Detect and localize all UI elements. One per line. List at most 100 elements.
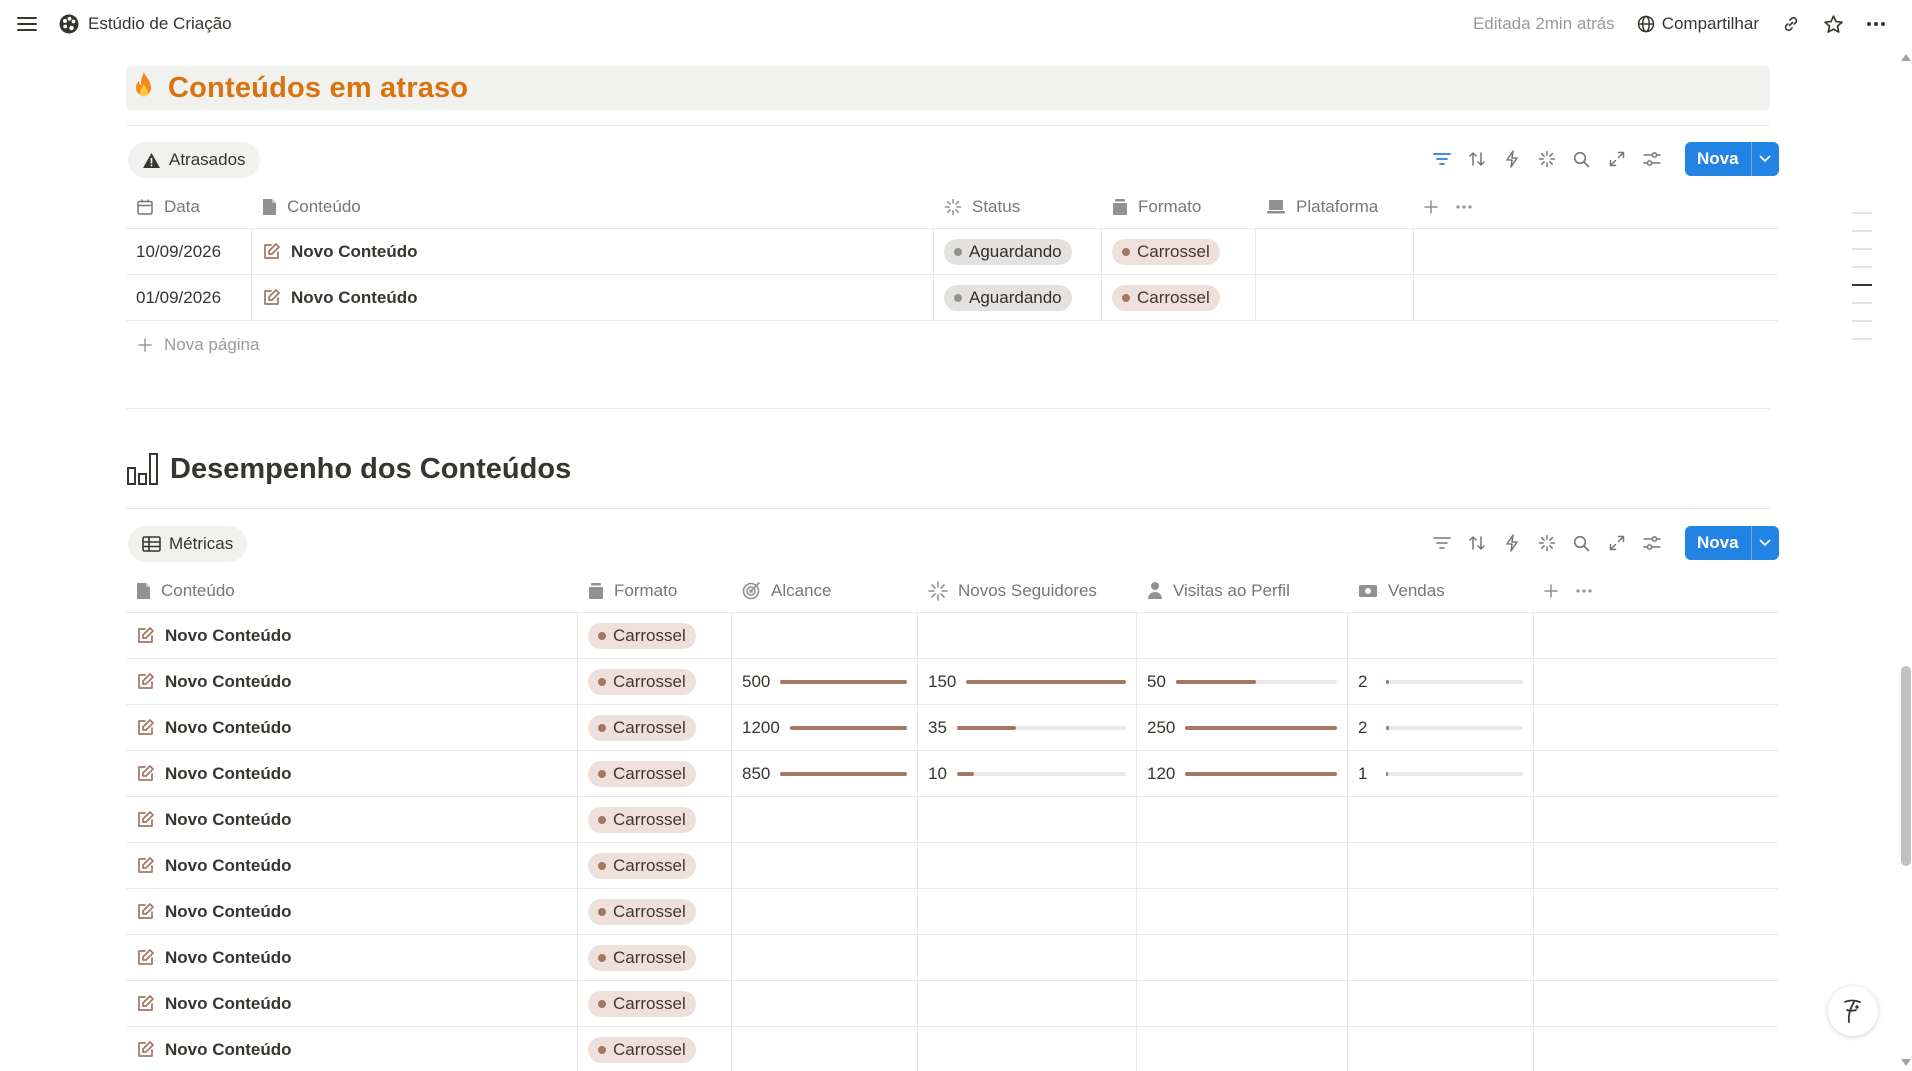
format-cell[interactable]: Carrossel <box>578 1027 732 1071</box>
seguidores-cell[interactable] <box>918 1027 1137 1071</box>
title-cell[interactable]: Novo Conteúdo <box>126 843 578 888</box>
table-row[interactable]: Novo Conteúdo Carrossel <box>126 889 1778 935</box>
table-row[interactable]: Novo Conteúdo Carrossel 500 150 50 2 <box>126 659 1778 705</box>
seguidores-cell[interactable] <box>918 889 1137 934</box>
table-row[interactable]: 10/09/2026 Novo Conteúdo Aguardando Carr… <box>126 229 1778 275</box>
visitas-cell[interactable] <box>1137 1027 1348 1071</box>
visitas-cell[interactable] <box>1137 981 1348 1026</box>
date-cell[interactable]: 10/09/2026 <box>126 229 252 274</box>
lightning-icon[interactable] <box>1502 534 1521 553</box>
seguidores-cell[interactable]: 10 <box>918 751 1137 796</box>
table-row[interactable]: Novo Conteúdo Carrossel <box>126 981 1778 1027</box>
toc-line[interactable] <box>1852 338 1872 340</box>
format-cell[interactable]: Carrossel <box>578 613 732 658</box>
column-novos-seguidores[interactable]: Novos Seguidores <box>918 569 1137 612</box>
new-entry-button[interactable]: Nova <box>1685 526 1779 560</box>
title-cell[interactable]: Novo Conteúdo <box>126 751 578 796</box>
title-cell[interactable]: Novo Conteúdo <box>252 275 934 320</box>
add-column-icon[interactable] <box>1424 199 1438 214</box>
scrollbar[interactable] <box>1900 54 1912 1066</box>
scroll-down-arrow[interactable] <box>1901 1059 1911 1066</box>
title-cell[interactable]: Novo Conteúdo <box>126 889 578 934</box>
format-cell[interactable]: Carrossel <box>1102 229 1256 274</box>
breadcrumb-page-title[interactable]: Estúdio de Criação <box>88 14 232 34</box>
vendas-cell[interactable] <box>1348 935 1534 980</box>
column-data[interactable]: Data <box>126 185 252 228</box>
format-cell[interactable]: Carrossel <box>1102 275 1256 320</box>
alcance-cell[interactable]: 1200 <box>732 705 918 750</box>
format-cell[interactable]: Carrossel <box>578 843 732 888</box>
visitas-cell[interactable]: 50 <box>1137 659 1348 704</box>
link-icon[interactable] <box>1781 14 1801 34</box>
settings-sliders-icon[interactable] <box>1642 534 1661 553</box>
search-icon[interactable] <box>1572 150 1591 169</box>
chevron-down-icon[interactable] <box>1750 142 1779 176</box>
table-row[interactable]: Novo Conteúdo Carrossel 850 10 120 1 <box>126 751 1778 797</box>
alcance-cell[interactable] <box>732 981 918 1026</box>
seguidores-cell[interactable] <box>918 797 1137 842</box>
seguidores-cell[interactable] <box>918 935 1137 980</box>
alcance-cell[interactable] <box>732 613 918 658</box>
alcance-cell[interactable] <box>732 889 918 934</box>
column-alcance[interactable]: Alcance <box>732 569 918 612</box>
scroll-up-arrow[interactable] <box>1901 54 1911 61</box>
table-of-contents[interactable] <box>1852 212 1872 356</box>
status-cell[interactable]: Aguardando <box>934 275 1102 320</box>
toc-line[interactable] <box>1852 320 1872 322</box>
platform-cell[interactable] <box>1256 275 1414 320</box>
new-page-button[interactable]: Nova página <box>126 321 1778 369</box>
toc-line[interactable] <box>1852 302 1872 304</box>
add-column-icon[interactable] <box>1544 583 1558 598</box>
column-vendas[interactable]: Vendas <box>1348 569 1534 612</box>
vendas-cell[interactable]: 2 <box>1348 659 1534 704</box>
format-cell[interactable]: Carrossel <box>578 797 732 842</box>
new-button-label[interactable]: Nova <box>1685 526 1751 560</box>
table-row[interactable]: Novo Conteúdo Carrossel <box>126 935 1778 981</box>
loading-icon[interactable] <box>1537 150 1556 169</box>
view-tab-atrasados[interactable]: Atrasados <box>128 142 260 178</box>
platform-cell[interactable] <box>1256 229 1414 274</box>
vendas-cell[interactable] <box>1348 889 1534 934</box>
loading-icon[interactable] <box>1537 534 1556 553</box>
table-row[interactable]: 01/09/2026 Novo Conteúdo Aguardando Carr… <box>126 275 1778 321</box>
star-icon[interactable] <box>1823 14 1844 35</box>
toc-line[interactable] <box>1852 266 1872 268</box>
vendas-cell[interactable] <box>1348 1027 1534 1071</box>
column-formato[interactable]: Formato <box>1102 185 1256 228</box>
column-conteudo[interactable]: Conteúdo <box>252 185 934 228</box>
table-row[interactable]: Novo Conteúdo Carrossel <box>126 843 1778 889</box>
more-options-icon[interactable] <box>1456 204 1472 209</box>
vendas-cell[interactable]: 2 <box>1348 705 1534 750</box>
visitas-cell[interactable] <box>1137 935 1348 980</box>
more-options-icon[interactable] <box>1866 21 1886 27</box>
more-options-icon[interactable] <box>1576 588 1592 593</box>
seguidores-cell[interactable]: 35 <box>918 705 1137 750</box>
chevron-down-icon[interactable] <box>1750 526 1779 560</box>
seguidores-cell[interactable]: 150 <box>918 659 1137 704</box>
title-cell[interactable]: Novo Conteúdo <box>126 981 578 1026</box>
column-status[interactable]: Status <box>934 185 1102 228</box>
column-formato[interactable]: Formato <box>578 569 732 612</box>
format-cell[interactable]: Carrossel <box>578 935 732 980</box>
seguidores-cell[interactable] <box>918 843 1137 888</box>
title-cell[interactable]: Novo Conteúdo <box>252 229 934 274</box>
filter-icon[interactable] <box>1432 534 1451 553</box>
sort-icon[interactable] <box>1467 150 1486 169</box>
format-cell[interactable]: Carrossel <box>578 751 732 796</box>
seguidores-cell[interactable] <box>918 613 1137 658</box>
status-cell[interactable]: Aguardando <box>934 229 1102 274</box>
alcance-cell[interactable]: 500 <box>732 659 918 704</box>
new-button-label[interactable]: Nova <box>1685 142 1751 176</box>
alcance-cell[interactable] <box>732 935 918 980</box>
visitas-cell[interactable] <box>1137 843 1348 888</box>
table-row[interactable]: Novo Conteúdo Carrossel 1200 35 250 2 <box>126 705 1778 751</box>
title-cell[interactable]: Novo Conteúdo <box>126 1027 578 1071</box>
vendas-cell[interactable]: 1 <box>1348 751 1534 796</box>
visitas-cell[interactable] <box>1137 613 1348 658</box>
vendas-cell[interactable] <box>1348 843 1534 888</box>
toc-line[interactable] <box>1852 212 1872 214</box>
visitas-cell[interactable]: 120 <box>1137 751 1348 796</box>
toc-line[interactable] <box>1852 248 1872 250</box>
format-cell[interactable]: Carrossel <box>578 889 732 934</box>
toc-line-active[interactable] <box>1852 284 1872 286</box>
